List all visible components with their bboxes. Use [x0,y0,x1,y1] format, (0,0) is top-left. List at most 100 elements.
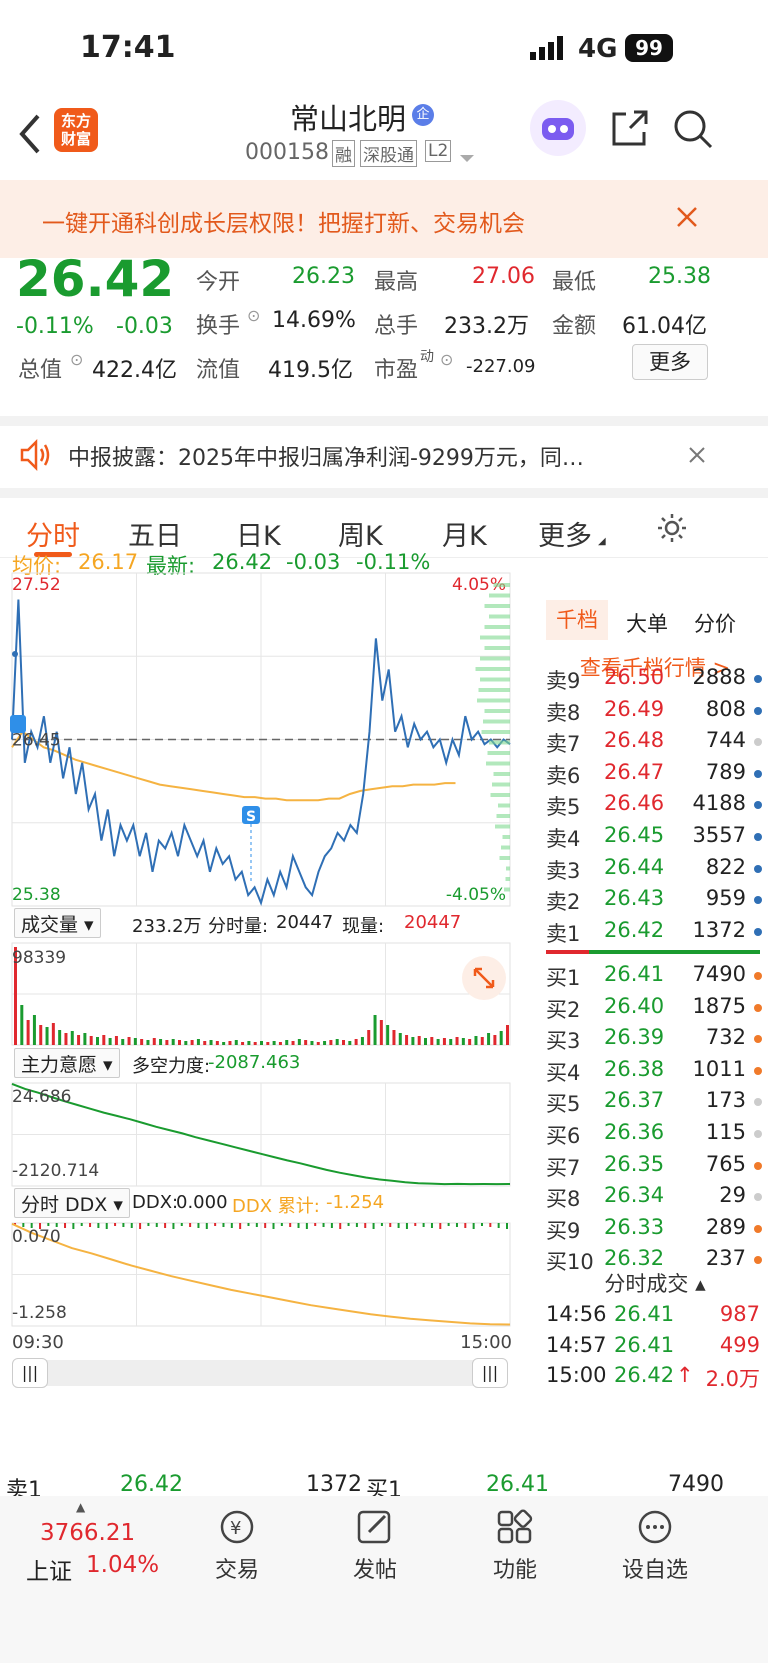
ddx-bar [247,1223,250,1226]
tab-post-label: 发帖 [352,1558,397,1583]
tab-big-order[interactable]: 大单 [626,608,668,638]
index-name[interactable]: 上证 [26,1552,72,1586]
volume-dropdown[interactable]: 成交量 ▾ [14,908,101,938]
index-pct[interactable]: 1.04% [86,1552,159,1578]
volume-bar [455,1037,459,1045]
share-icon[interactable] [610,108,650,152]
bid-volume: 29 [719,1183,746,1208]
ask-row[interactable]: 卖1 26.42 1372 [542,916,768,949]
main-force-dropdown[interactable]: 主力意愿 ▾ [14,1048,120,1078]
ask-label: 卖7 [546,732,581,757]
buy-sell-ratio-bar [546,950,760,954]
volume-profile-bar [499,856,510,860]
volume-bar [171,1039,175,1045]
volume-bar [96,1037,99,1045]
ask-row[interactable]: 卖2 26.43 959 [542,884,768,917]
ask-row[interactable]: 卖9 26.50 2888 [542,663,768,696]
bid-row[interactable]: 买9 26.33 289 [542,1213,768,1246]
speaker-icon [18,438,52,476]
ask-row[interactable]: 卖3 26.44 822 [542,853,768,886]
tab-add-watch[interactable]: 设自选 [600,1508,710,1584]
order-book-panel: 千档 大单 分价 查看千档行情 > 卖9 26.50 2888 卖8 26.49 808 卖… [542,600,768,1470]
tab-post[interactable]: 发帖 [320,1508,430,1584]
ddx-bar [464,1223,467,1228]
expand-icon[interactable] [462,956,506,1000]
order-dot-icon [754,1003,762,1012]
ddx-dropdown[interactable]: 分时 DDX ▾ [14,1188,130,1218]
ddx-bar [289,1223,292,1227]
bid-row[interactable]: 买5 26.37 173 [542,1086,768,1119]
bid-row[interactable]: 买3 26.39 732 [542,1023,768,1056]
price-pct-min: -4.05% [446,885,506,905]
volume-profile-bar [484,604,510,608]
volume-value: 233.2万 [444,314,529,339]
tab-intraday[interactable]: 分时 [26,514,80,553]
close-icon[interactable] [676,206,698,232]
order-dot-icon [754,1224,762,1233]
ask-row[interactable]: 卖6 26.47 789 [542,758,768,791]
ask-row[interactable]: 卖4 26.45 3557 [542,821,768,854]
back-icon[interactable] [16,112,46,160]
close-icon[interactable] [688,446,706,468]
volume-bar [140,1039,144,1045]
tab-daily-k[interactable]: 日K [236,514,281,553]
ddx-bar [372,1223,375,1229]
ask-row[interactable]: 卖8 26.49 808 [542,695,768,728]
volume-profile-bar [493,772,510,776]
open-label: 今开 [196,270,241,295]
ask-row[interactable]: 卖7 26.48 744 [542,726,768,759]
trades-header[interactable]: 分时成交 ▴ [542,1268,768,1298]
tab-more[interactable]: 更多 [538,514,592,553]
pe-label: 市盈 [374,358,419,383]
more-button[interactable]: 更多 [632,344,708,380]
tab-trade[interactable]: ¥ 交易 [182,1508,292,1584]
order-dot-icon [754,1161,762,1170]
bid-row[interactable]: 买6 26.36 115 [542,1118,768,1151]
volume-bar [51,1023,55,1045]
volume-bar [32,1015,36,1045]
search-icon[interactable] [672,108,714,154]
volume-bar [348,1041,352,1045]
bid-volume: 7490 [692,962,746,986]
volume-bar [468,1039,472,1045]
promo-banner[interactable]: 一键开通科创成长层权限！把握打新、交易机会 [0,180,768,258]
bid-row[interactable]: 买4 26.38 1011 [542,1055,768,1088]
bid-row[interactable]: 买8 26.34 29 [542,1181,768,1214]
info-icon[interactable]: ⊙ [70,350,83,369]
low-label: 最低 [552,270,597,295]
tab-price-dist[interactable]: 分价 [694,608,736,638]
robot-assistant-icon[interactable] [530,100,586,156]
tab-depth[interactable]: 千档 [546,600,608,640]
bid-row[interactable]: 买7 26.35 765 [542,1150,768,1183]
volume-bar [196,1039,200,1045]
volume-label: 总手 [374,314,419,339]
index-value[interactable]: 3766.21 [40,1520,135,1546]
tab-monthly-k[interactable]: 月K [442,514,487,553]
scroll-handle-left[interactable]: ||| [12,1358,48,1388]
notice-bar[interactable]: 中报披露：2025年中报归属净利润-9299万元，同… [0,416,768,488]
bid-row[interactable]: 买1 26.41 7490 [542,960,768,993]
trade-time: 14:56 [546,1302,607,1326]
ask-label: 卖2 [546,890,581,915]
ddx-bar [197,1223,200,1228]
trade-volume: 499 [719,1332,760,1357]
scroll-handle-right[interactable]: ||| [472,1358,508,1388]
volume-bar [285,1040,289,1045]
bottom-tab-bar: ▲ 3766.21 上证 1.04% ¥ 交易 发帖 功能 设自选 [0,1496,768,1663]
bid-label: 买7 [546,1155,581,1180]
info-icon[interactable]: ⊙ [247,306,260,325]
settings-gear-icon[interactable] [656,512,688,548]
tab-functions[interactable]: 功能 [460,1508,570,1584]
intraday-price-chart[interactable]: 27.5226.4525.384.05%-4.05%S9833924.686-2… [0,558,542,1468]
force-label: 多空力度: [132,1056,211,1077]
info-icon[interactable]: ⊙ [440,350,453,369]
stock-switch-chevron-icon[interactable] [460,148,474,167]
tab-five-day[interactable]: 五日 [128,514,182,553]
ask-row[interactable]: 卖5 26.46 4188 [542,789,768,822]
bid-row[interactable]: 买2 26.40 1875 [542,992,768,1025]
tab-weekly-k[interactable]: 周K [338,514,383,553]
range-scrollbar[interactable] [12,1360,508,1386]
ask-label: 卖5 [546,795,581,820]
volume-bar [411,1037,415,1045]
strip-ask-vol: 1372 [306,1472,362,1496]
